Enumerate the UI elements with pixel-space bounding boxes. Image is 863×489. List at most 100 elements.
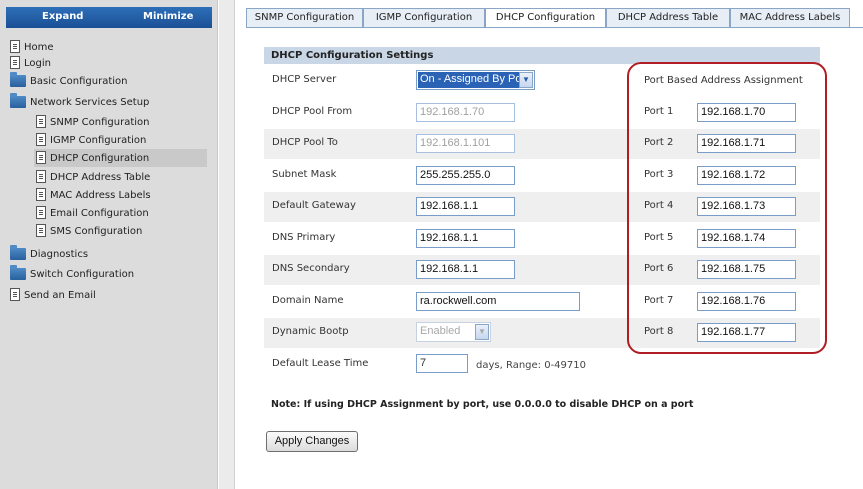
- apply-changes-button[interactable]: Apply Changes: [266, 431, 358, 452]
- document-icon: [10, 288, 20, 301]
- sidebar-item-label: Diagnostics: [30, 249, 89, 260]
- sidebar-item-switch-configuration[interactable]: Switch Configuration: [10, 265, 135, 286]
- sidebar-item-dhcp-address-table[interactable]: DHCP Address Table: [36, 170, 150, 188]
- subnet-mask-label: Subnet Mask: [272, 169, 337, 180]
- sidebar-item-diagnostics[interactable]: Diagnostics: [10, 245, 89, 266]
- port-4-label: Port 4: [644, 200, 674, 211]
- port-5-field[interactable]: 192.168.1.74: [697, 229, 796, 248]
- port-7-label: Port 7: [644, 295, 674, 306]
- tab-igmp-configuration[interactable]: IGMP Configuration: [363, 8, 485, 27]
- domain-name-field[interactable]: ra.rockwell.com: [416, 292, 580, 311]
- sidebar-item-send-an-email[interactable]: Send an Email: [10, 288, 96, 306]
- document-icon: [10, 40, 20, 53]
- document-icon: [36, 206, 46, 219]
- document-icon: [36, 151, 46, 164]
- sidebar-item-label: Email Configuration: [50, 208, 149, 219]
- folder-icon: [10, 265, 26, 280]
- sidebar-item-label: MAC Address Labels: [50, 190, 151, 201]
- sidebar-item-email-configuration[interactable]: Email Configuration: [36, 206, 149, 224]
- dns-primary-row: DNS Primary 192.168.1.1 Port 5 192.168.1…: [264, 224, 820, 254]
- sidebar-item-snmp-configuration[interactable]: SNMP Configuration: [36, 115, 149, 133]
- port-6-field[interactable]: 192.168.1.75: [697, 260, 796, 279]
- expand-button[interactable]: Expand: [42, 11, 83, 22]
- dynamic-bootp-value: Enabled: [418, 324, 474, 340]
- subnet-mask-row: Subnet Mask 255.255.255.0 Port 3 192.168…: [264, 161, 820, 191]
- dhcp-server-label: DHCP Server: [272, 74, 337, 85]
- default-gateway-row: Default Gateway 192.168.1.1 Port 4 192.1…: [264, 192, 820, 222]
- folder-open-icon: [10, 93, 26, 108]
- port-2-field[interactable]: 192.168.1.71: [697, 134, 796, 153]
- port-6-label: Port 6: [644, 263, 674, 274]
- port-1-label: Port 1: [644, 106, 674, 117]
- pool-to-field[interactable]: 192.168.1.101: [416, 134, 515, 153]
- sidebar-item-label: Send an Email: [24, 290, 96, 301]
- lease-time-row: Default Lease Time 7 days, Range: 0-4971…: [264, 350, 820, 380]
- sidebar-item-mac-address-labels[interactable]: MAC Address Labels: [36, 188, 151, 206]
- document-icon: [36, 170, 46, 183]
- lease-time-label: Default Lease Time: [272, 358, 369, 369]
- pool-to-row: DHCP Pool To 192.168.1.101 Port 2 192.16…: [264, 129, 820, 159]
- folder-icon: [10, 245, 26, 260]
- pool-from-field[interactable]: 192.168.1.70: [416, 103, 515, 122]
- document-icon: [36, 133, 46, 146]
- lease-time-range: days, Range: 0-49710: [476, 360, 586, 371]
- sidebar: Expand Minimize Home Login Basic Configu…: [0, 0, 218, 489]
- document-icon: [36, 224, 46, 237]
- dns-secondary-row: DNS Secondary 192.168.1.1 Port 6 192.168…: [264, 255, 820, 285]
- dynamic-bootp-select[interactable]: Enabled ▼: [416, 322, 491, 342]
- sidebar-item-label: IGMP Configuration: [50, 135, 147, 146]
- domain-name-label: Domain Name: [272, 295, 344, 306]
- port-assignment-heading: Port Based Address Assignment: [644, 75, 803, 86]
- port-1-field[interactable]: 192.168.1.70: [697, 103, 796, 122]
- port-3-field[interactable]: 192.168.1.72: [697, 166, 796, 185]
- tab-snmp-configuration[interactable]: SNMP Configuration: [246, 8, 363, 27]
- sidebar-item-dhcp-configuration[interactable]: DHCP Configuration: [34, 149, 207, 167]
- pool-from-label: DHCP Pool From: [272, 106, 353, 117]
- folder-icon: [10, 72, 26, 87]
- sidebar-item-label: SNMP Configuration: [50, 117, 150, 128]
- sidebar-item-label: Login: [24, 58, 51, 69]
- dns-primary-label: DNS Primary: [272, 232, 336, 243]
- sidebar-item-label: DHCP Address Table: [50, 172, 151, 183]
- tab-divider: [246, 27, 863, 28]
- tab-mac-address-labels[interactable]: MAC Address Labels: [730, 8, 850, 27]
- chevron-down-icon[interactable]: ▼: [519, 72, 533, 88]
- dhcp-server-value: On - Assigned By Port: [418, 72, 519, 88]
- port-2-label: Port 2: [644, 137, 674, 148]
- sidebar-item-sms-configuration[interactable]: SMS Configuration: [36, 224, 142, 242]
- minimize-button[interactable]: Minimize: [143, 11, 193, 22]
- dns-secondary-field[interactable]: 192.168.1.1: [416, 260, 515, 279]
- sidebar-item-label: SMS Configuration: [50, 226, 143, 237]
- tab-dhcp-address-table[interactable]: DHCP Address Table: [606, 8, 730, 27]
- sidebar-item-label: Network Services Setup: [30, 97, 150, 108]
- sidebar-item-label: DHCP Configuration: [50, 153, 150, 164]
- pool-to-label: DHCP Pool To: [272, 137, 338, 148]
- sidebar-splitter[interactable]: [219, 0, 235, 489]
- dhcp-server-select[interactable]: On - Assigned By Port ▼: [416, 70, 535, 90]
- sidebar-item-label: Home: [24, 42, 54, 53]
- document-icon: [36, 188, 46, 201]
- port-3-label: Port 3: [644, 169, 674, 180]
- dynamic-bootp-row: Dynamic Bootp Enabled ▼ Port 8 192.168.1…: [264, 318, 820, 348]
- port-4-field[interactable]: 192.168.1.73: [697, 197, 796, 216]
- pool-from-row: DHCP Pool From 192.168.1.70 Port 1 192.1…: [264, 98, 820, 128]
- sidebar-item-basic-configuration[interactable]: Basic Configuration: [10, 72, 128, 93]
- section-title: DHCP Configuration Settings: [264, 47, 820, 64]
- port-5-label: Port 5: [644, 232, 674, 243]
- sidebar-item-label: Basic Configuration: [30, 76, 128, 87]
- tab-dhcp-configuration[interactable]: DHCP Configuration: [485, 8, 606, 28]
- dns-secondary-label: DNS Secondary: [272, 263, 350, 274]
- chevron-down-icon[interactable]: ▼: [475, 324, 489, 340]
- domain-name-row: Domain Name ra.rockwell.com Port 7 192.1…: [264, 287, 820, 317]
- lease-time-field[interactable]: 7: [416, 354, 468, 373]
- note-text: Note: If using DHCP Assignment by port, …: [271, 399, 694, 410]
- port-7-field[interactable]: 192.168.1.76: [697, 292, 796, 311]
- sidebar-header: Expand Minimize: [6, 7, 212, 28]
- sidebar-item-label: Switch Configuration: [30, 269, 135, 280]
- sidebar-item-network-services-setup[interactable]: Network Services Setup: [10, 93, 150, 114]
- port-8-label: Port 8: [644, 326, 674, 337]
- default-gateway-field[interactable]: 192.168.1.1: [416, 197, 515, 216]
- dns-primary-field[interactable]: 192.168.1.1: [416, 229, 515, 248]
- port-8-field[interactable]: 192.168.1.77: [697, 323, 796, 342]
- subnet-mask-field[interactable]: 255.255.255.0: [416, 166, 515, 185]
